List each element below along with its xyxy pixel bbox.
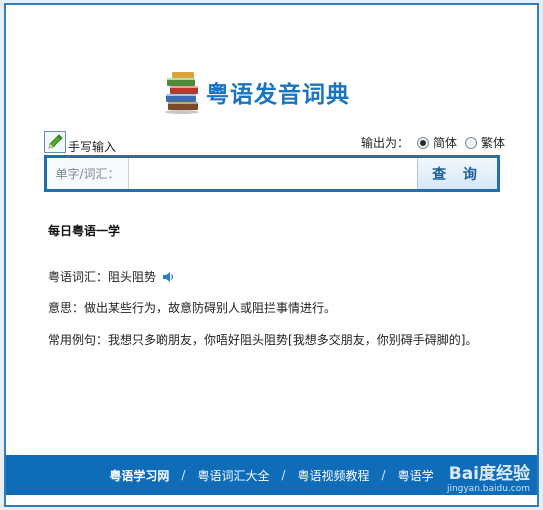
daily-meaning-line: 意思： 做出某些行为，故意防碍别人或阻拦事情进行。 <box>48 299 336 316</box>
handwrite-label: 手写输入 <box>68 140 117 154</box>
example-label: 常用例句： <box>48 333 109 347</box>
footer-separator: / <box>181 468 186 482</box>
daily-meaning: 做出某些行为，故意防碍别人或阻拦事情进行。 <box>84 301 337 315</box>
site-title: 粤语发音词典 <box>206 82 350 108</box>
daily-word: 阻头阻势 <box>108 270 157 284</box>
search-prefix-label: 单字/词汇： <box>47 158 129 189</box>
daily-example: 我想只多啲朋友，你唔好阻头阻势[我想多交朋友，你别碍手碍脚的]。 <box>108 333 478 347</box>
meaning-label: 意思： <box>48 301 85 315</box>
daily-title: 每日粤语一学 <box>48 224 121 238</box>
footer-link-more[interactable]: 粤语学 <box>398 467 434 484</box>
footer-nav: 粤语学习网 / 粤语词汇大全 / 粤语视频教程 / 粤语学 <box>6 455 537 495</box>
daily-example-line: 常用例句： 我想只多啲朋友，你唔好阻头阻势[我想多交朋友，你别碍手碍脚的]。 <box>48 331 477 348</box>
footer-separator: / <box>381 468 386 482</box>
word-label: 粤语词汇： <box>48 270 109 284</box>
speaker-icon[interactable] <box>161 270 175 284</box>
handwrite-input-toggle[interactable]: 手写输入 <box>44 127 116 153</box>
books-logo-icon <box>162 68 202 116</box>
pencil-icon[interactable] <box>44 131 66 153</box>
footer-link-videos[interactable]: 粤语视频教程 <box>298 467 370 484</box>
radio-traditional[interactable] <box>464 136 477 149</box>
daily-word-line: 粤语词汇： 阻头阻势 <box>48 268 175 285</box>
footer-link-vocab[interactable]: 粤语词汇大全 <box>197 467 269 484</box>
footer-link-home[interactable]: 粤语学习网 <box>109 467 169 484</box>
search-bar: 单字/词汇： 查 询 <box>44 155 500 192</box>
search-input[interactable] <box>129 158 417 189</box>
output-label: 输出为： <box>360 136 409 150</box>
option-traditional-label[interactable]: 繁体 <box>481 134 505 151</box>
output-options: 输出为： 简体 繁体 <box>361 134 505 151</box>
search-button[interactable]: 查 询 <box>417 158 497 189</box>
option-simplified-label[interactable]: 简体 <box>433 134 457 151</box>
footer-separator: / <box>281 468 286 482</box>
radio-simplified[interactable] <box>416 136 429 149</box>
site-logo[interactable]: 粤语发音词典 <box>162 66 350 118</box>
